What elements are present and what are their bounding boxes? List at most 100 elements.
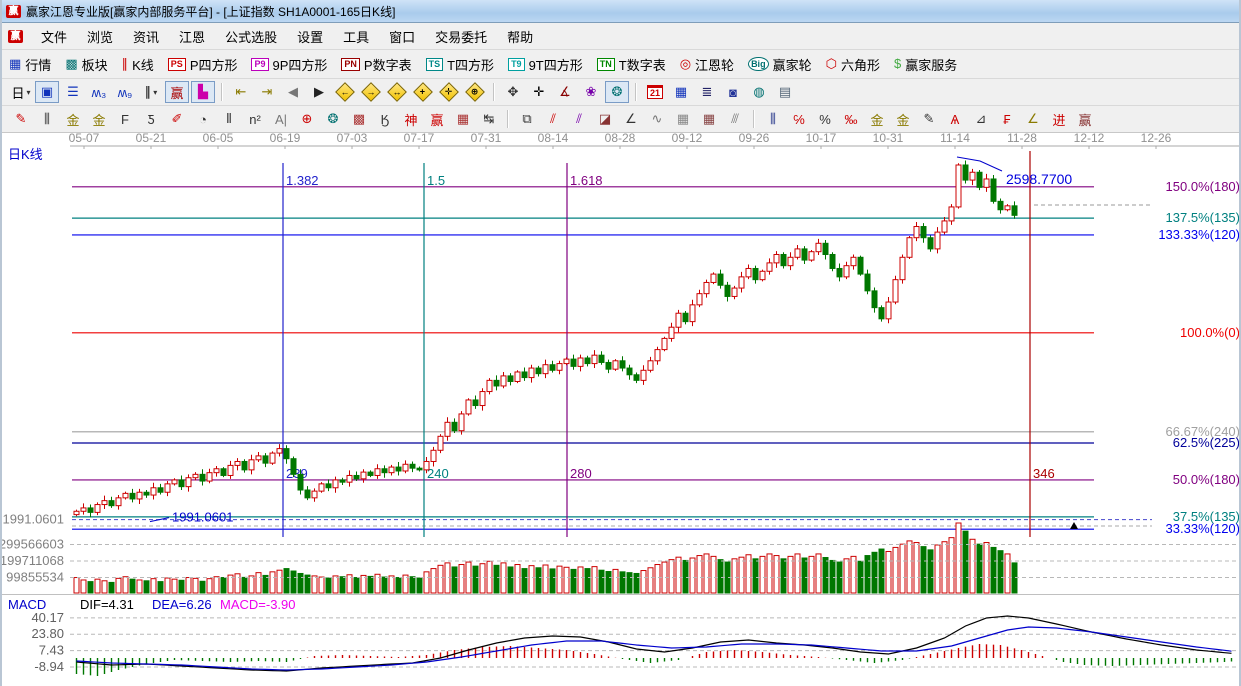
grid-123-icon[interactable]: ▦ [451, 108, 475, 130]
circle-cross-icon[interactable]: ⊕ [295, 108, 319, 130]
menu-item-6[interactable]: 工具 [333, 27, 379, 48]
jin-angle-red-icon[interactable]: 进 [1047, 108, 1071, 130]
angle-tool-icon[interactable]: ∡ [553, 81, 577, 103]
zoom-window-icon[interactable]: ▣ [35, 81, 59, 103]
menu-item-5[interactable]: 设置 [287, 27, 333, 48]
winner-box-icon[interactable]: 赢 [165, 81, 189, 103]
toolbar-button-winner-wheel[interactable]: Big赢家轮 [741, 53, 819, 76]
web-export-icon[interactable]: ◍ [747, 81, 771, 103]
menu-item-3[interactable]: 江恩 [169, 27, 215, 48]
toolbar-button-p-number-table[interactable]: PNP数字表 [334, 53, 418, 76]
j-angle-icon[interactable]: ⊿ [969, 108, 993, 130]
calculator-icon[interactable]: ▦ [669, 81, 693, 103]
page-next-icon[interactable]: ▶ [307, 81, 331, 103]
profile-histogram-icon[interactable]: ▙ [191, 81, 215, 103]
percent-fan-red-icon[interactable]: ℅ [787, 108, 811, 130]
permille-red-icon[interactable]: ‰ [839, 108, 863, 130]
menu-item-4[interactable]: 公式选股 [215, 27, 287, 48]
gold-ring-icon[interactable]: 金 [865, 108, 889, 130]
k-wave-icon[interactable]: Ӄ [373, 108, 397, 130]
fan-purple-icon[interactable]: ⫽ [567, 108, 591, 130]
period-day-dropdown-icon[interactable]: 日▾ [9, 81, 33, 103]
wave-3-icon[interactable]: ʍ₃ [87, 81, 111, 103]
wave-9-icon[interactable]: ʍ₉ [113, 81, 137, 103]
gold-grid-b-icon[interactable]: 金 [87, 108, 111, 130]
kline-chart-canvas[interactable]: 05-0705-2106-0506-1907-0307-1707-3108-14… [2, 133, 1241, 686]
brush-red-icon[interactable]: ✐ [165, 108, 189, 130]
ying-angle-dark-icon[interactable]: 赢 [1073, 108, 1097, 130]
page-prev-icon[interactable]: ◀ [281, 81, 305, 103]
9p-square-icon: P9 [251, 58, 268, 71]
svg-text:07-17: 07-17 [404, 133, 435, 145]
list-view-icon[interactable]: ☰ [61, 81, 85, 103]
hand-tool-icon[interactable]: ✥ [501, 81, 525, 103]
diamond-lr-icon[interactable]: ↔ [385, 81, 409, 103]
ying-tool-icon[interactable]: 赢 [425, 108, 449, 130]
slashes-icon[interactable]: ⫻ [723, 108, 747, 130]
menu-item-8[interactable]: 交易委托 [425, 27, 497, 48]
diamond-target-icon[interactable]: ⊕ [463, 81, 487, 103]
web-grid-icon[interactable]: ▩ [347, 108, 371, 130]
toolbar-button-t-number-table[interactable]: TNT数字表 [590, 53, 673, 76]
svg-text:DEA=6.26: DEA=6.26 [152, 597, 212, 612]
percent-icon[interactable]: % [813, 108, 837, 130]
frame-tool-icon[interactable]: ⧉ [515, 108, 539, 130]
toolbar-button-sectors[interactable]: ▩板块 [58, 53, 114, 76]
a-wave-red-icon[interactable]: Ѧ [943, 108, 967, 130]
f-grid-icon[interactable]: F [113, 108, 137, 130]
span-arrows-icon[interactable]: ↹ [477, 108, 501, 130]
diamond-expand-icon[interactable]: ✛ [437, 81, 461, 103]
diamond-left-icon[interactable]: ← [333, 81, 357, 103]
gantt-scale-icon[interactable]: ⫼ [761, 108, 785, 130]
notes-icon[interactable]: ≣ [695, 81, 719, 103]
fan-box-icon[interactable]: ◪ [593, 108, 617, 130]
svg-text:09-12: 09-12 [672, 133, 703, 145]
zigzag-icon[interactable]: ∿ [645, 108, 669, 130]
neural-tool-icon[interactable]: ❂ [605, 81, 629, 103]
n-squared-icon[interactable]: n² [243, 108, 267, 130]
diamond-cross-icon[interactable]: + [411, 81, 435, 103]
toolbar-separator [635, 83, 637, 101]
gold-angle-icon[interactable]: ∠ [1021, 108, 1045, 130]
toolbar-button-t-square[interactable]: TST四方形 [419, 53, 501, 76]
f-angle-red-icon[interactable]: ₣ [995, 108, 1019, 130]
skip-first-icon[interactable]: ⇤ [229, 81, 253, 103]
crosshair-tool-icon[interactable]: ✛ [527, 81, 551, 103]
shen-tool-icon[interactable]: 神 [399, 108, 423, 130]
clock-cycle-icon[interactable]: ◔ [191, 108, 215, 130]
comb-small-icon[interactable]: ⫴ [217, 108, 241, 130]
save-disk-icon[interactable]: ◙ [721, 81, 745, 103]
angle-lines-icon[interactable]: ∠ [619, 108, 643, 130]
toolbar-button-gann-wheel[interactable]: ◎江恩轮 [673, 53, 741, 76]
menu-item-2[interactable]: 资讯 [123, 27, 169, 48]
grid-dark-icon[interactable]: ▦ [697, 108, 721, 130]
star-web-icon[interactable]: ❂ [321, 108, 345, 130]
menu-item-1[interactable]: 浏览 [77, 27, 123, 48]
a-mirror-icon[interactable]: A| [269, 108, 293, 130]
skip-last-icon[interactable]: ⇥ [255, 81, 279, 103]
gold-levels-icon[interactable]: 金 [891, 108, 915, 130]
fan-red-icon[interactable]: ⫽ [541, 108, 565, 130]
menu-item-9[interactable]: 帮助 [497, 27, 543, 48]
menu-item-0[interactable]: 文件 [31, 27, 77, 48]
calendar-21-icon[interactable]: 21 [643, 81, 667, 103]
pencil-tool-icon[interactable]: ✎ [9, 108, 33, 130]
spiral-5-icon[interactable]: Ƽ [139, 108, 163, 130]
menu-item-7[interactable]: 窗口 [379, 27, 425, 48]
title-bar[interactable]: 赢 赢家江恩专业版[赢家内部服务平台] - [上证指数 SH1A0001-165… [2, 0, 1239, 23]
toolbar-button-hexagon[interactable]: ⬡六角形 [819, 53, 887, 76]
grid-plain-icon[interactable]: ▦ [671, 108, 695, 130]
gold-grid-a-icon[interactable]: 金 [61, 108, 85, 130]
toolbar-button-winner-service[interactable]: $赢家服务 [887, 53, 964, 76]
toolbar-button-p-square[interactable]: PSP四方形 [161, 53, 245, 76]
toolbar-button-kline[interactable]: ∥K线 [115, 53, 161, 76]
toolbar-button-quotes[interactable]: ▦行情 [2, 53, 58, 76]
gann-shape-tool-icon[interactable]: ❀ [579, 81, 603, 103]
ink-brush-icon[interactable]: ✎ [917, 108, 941, 130]
toolbar-button-9t-square[interactable]: T99T四方形 [501, 53, 590, 76]
candle-style-dropdown-icon[interactable]: ∥▾ [139, 81, 163, 103]
diamond-right-icon[interactable]: → [359, 81, 383, 103]
toolbar-button-9p-square[interactable]: P99P四方形 [244, 53, 334, 76]
comb-lines-icon[interactable]: ⫼ [35, 108, 59, 130]
workstation-icon[interactable]: ▤ [773, 81, 797, 103]
